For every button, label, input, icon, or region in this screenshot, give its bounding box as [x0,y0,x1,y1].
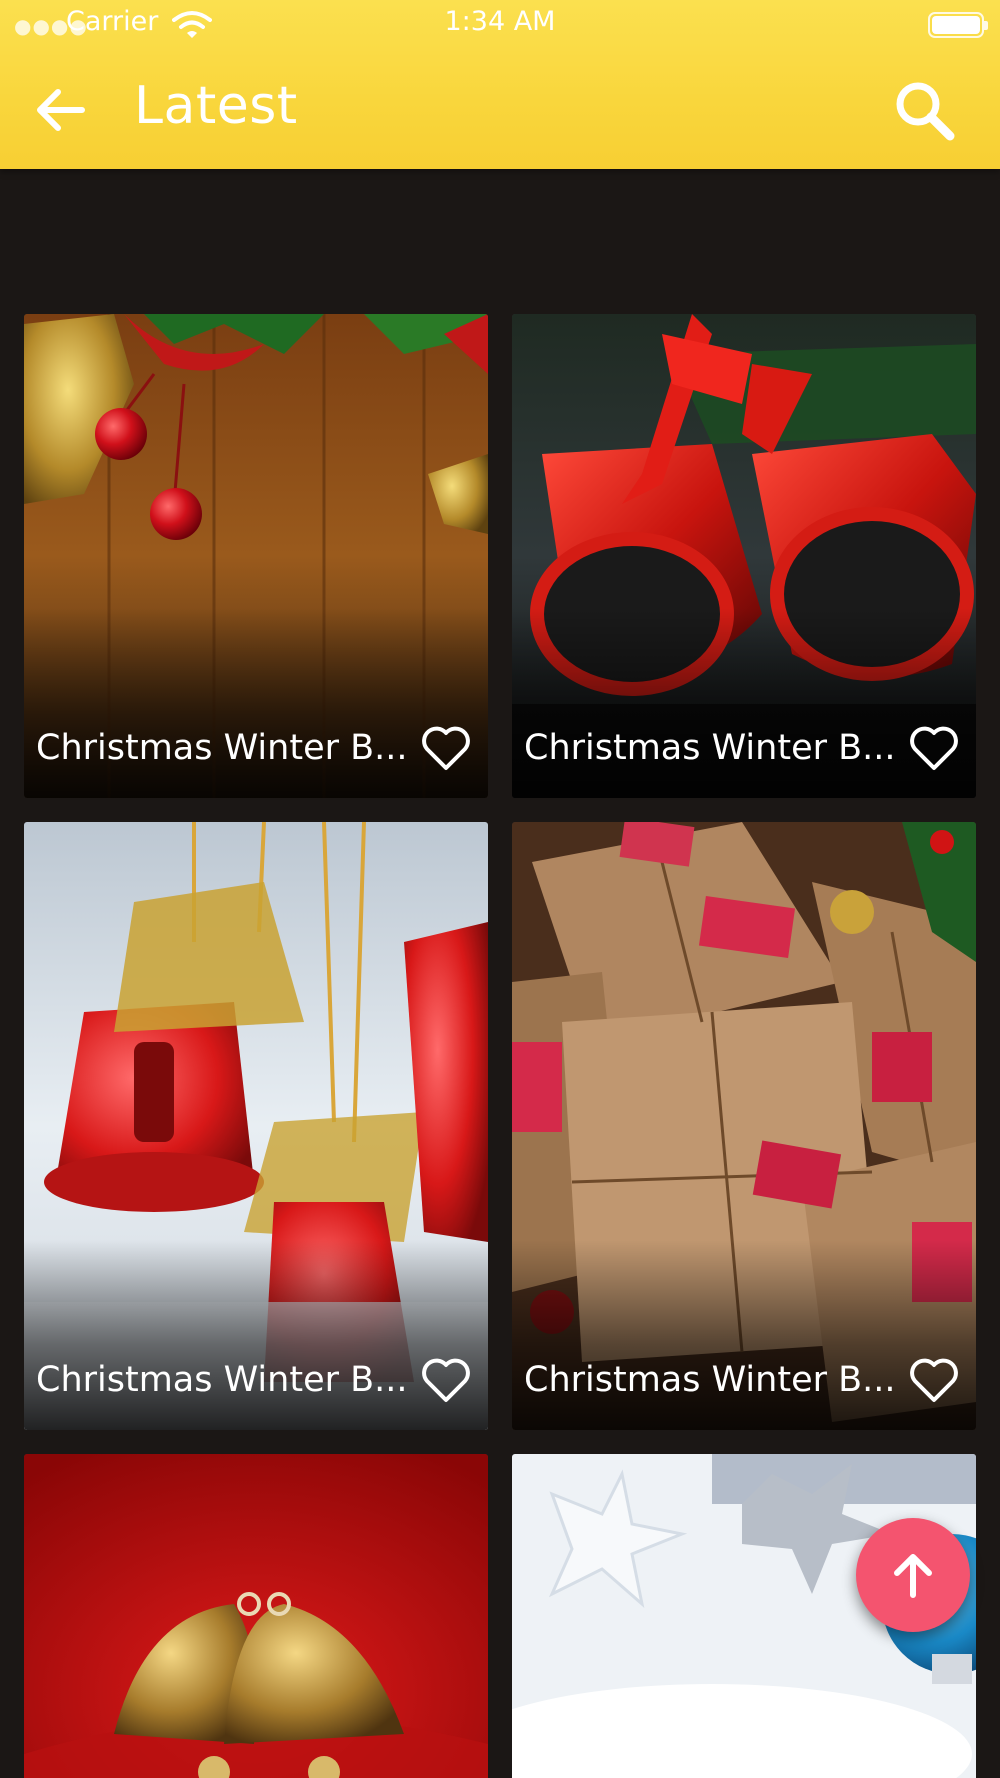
title-shade [24,1240,488,1430]
wallpaper-card[interactable]: Christmas Winter B... [512,314,976,798]
scroll-to-top-button[interactable] [856,1518,970,1632]
search-icon[interactable] [890,76,960,146]
wallpaper-title: Christmas Winter B... [36,1360,408,1400]
title-shade [24,608,488,798]
arrow-up-icon [894,1554,932,1598]
wallpaper-title: Christmas Winter B... [524,728,896,768]
wallpaper-card[interactable]: Christmas Winter B... [24,822,488,1430]
wallpaper-title: Christmas Winter B... [524,1360,896,1400]
page-title: Latest [134,76,298,136]
app-bar: ●●●● Carrier 1:34 AM Latest [0,0,1000,169]
heart-outline-icon[interactable] [908,1356,960,1404]
heart-outline-icon[interactable] [908,724,960,772]
title-shade [512,608,976,798]
heart-outline-icon[interactable] [420,1356,472,1404]
wallpaper-card[interactable]: Christmas Winter B... [512,822,976,1430]
battery-icon [928,12,988,38]
wallpaper-card[interactable]: Christmas Winter B... [24,314,488,798]
wallpaper-image [24,1454,488,1778]
status-bar: ●●●● Carrier 1:34 AM [0,0,1000,48]
status-time: 1:34 AM [444,6,556,37]
wallpaper-title: Christmas Winter B... [36,728,408,768]
title-shade [512,1240,976,1430]
heart-outline-icon[interactable] [420,724,472,772]
wallpaper-card[interactable] [24,1454,488,1778]
app-screen: ●●●● Carrier 1:34 AM Latest Christmas Wi… [0,0,1000,1778]
arrow-left-icon[interactable] [30,80,90,140]
